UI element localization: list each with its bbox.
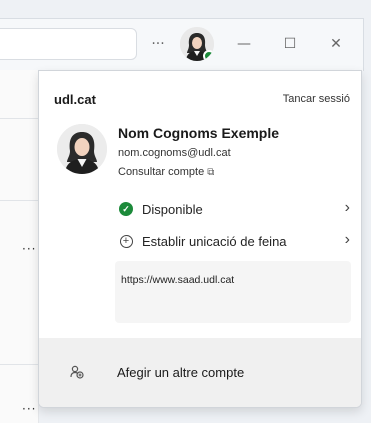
search-input[interactable] [0,28,137,60]
add-account-button[interactable]: Afegir un altre compte [39,338,361,407]
profile-avatar-button[interactable] [180,27,214,61]
external-link-icon: ⧉ [207,167,215,178]
close-icon: ✕ [330,36,342,52]
organization-name: udl.cat [54,92,96,107]
person-avatar-icon [57,124,107,174]
title-bar: ··· — ☐ ✕ [0,18,364,71]
status-message-text: https://www.saad.udl.cat [121,274,235,286]
minimize-button[interactable]: — [232,32,256,56]
status-menu-item[interactable]: ✓ Disponible › [118,198,354,220]
add-location-icon: + [118,233,134,249]
add-account-label: Afegir un altre compte [117,365,245,380]
background-panel: ··· ··· [0,70,39,423]
status-label: Disponible [142,201,203,217]
user-email: nom.cognoms@udl.cat [118,147,231,159]
divider [0,200,38,201]
account-flyout: udl.cat Tancar sessió Nom Cognoms Exempl… [38,70,362,408]
app-window: ··· — ☐ ✕ ··· ··· udl.cat Tancar sessió … [0,0,371,423]
status-indicator-icon [203,50,214,61]
view-account-label: Consultar compte [118,166,205,178]
more-icon: ··· [151,36,165,52]
maximize-button[interactable]: ☐ [278,32,302,56]
add-person-icon [70,365,84,383]
minimize-icon: — [237,36,251,52]
more-options-button[interactable]: ··· [146,32,170,56]
divider [0,118,38,119]
avatar [57,124,107,174]
work-location-menu-item[interactable]: + Establir unicació de feina › [118,230,354,252]
chevron-right-icon: › [344,199,350,216]
chevron-right-icon: › [344,231,350,248]
divider [0,364,38,365]
user-name: Nom Cognoms Exemple [118,125,280,141]
more-icon[interactable]: ··· [22,242,36,256]
more-icon[interactable]: ··· [22,402,36,416]
view-account-link[interactable]: Consultar compte ⧉ [118,166,214,178]
close-button[interactable]: ✕ [324,32,348,56]
status-message-box[interactable]: https://www.saad.udl.cat [115,261,351,323]
work-location-label: Establir unicació de feina [142,233,287,249]
sign-out-link[interactable]: Tancar sessió [283,93,350,105]
maximize-icon: ☐ [283,36,297,52]
available-status-icon: ✓ [118,201,134,217]
